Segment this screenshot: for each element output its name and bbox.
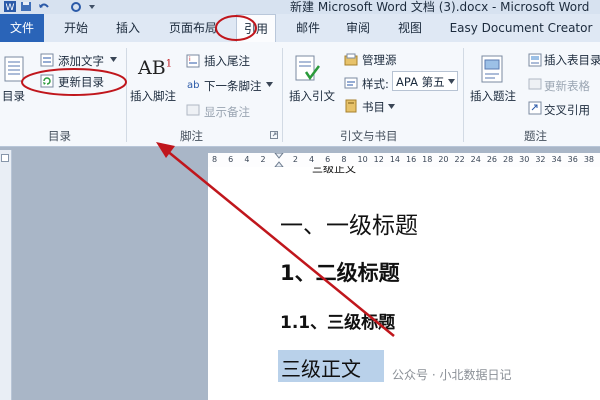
tab-home[interactable]: 开始 — [56, 14, 96, 42]
toc-group-label: 目录 — [48, 129, 71, 143]
insert-endnote-button[interactable]: 插入尾注 — [204, 53, 250, 69]
next-footnote-icon: ab — [187, 80, 199, 91]
heading-level-1: 一、一级标题 — [280, 213, 418, 239]
ruler-tick-label: 8 — [212, 155, 218, 164]
captions-group-label: 题注 — [524, 129, 547, 143]
insert-caption-icon — [481, 55, 503, 83]
ruler-tick-label: 28 — [503, 155, 514, 164]
ruler-tick-label: 22 — [454, 155, 465, 164]
ruler-tick-label: 24 — [470, 155, 481, 164]
bibliography-button[interactable]: 书目 — [362, 99, 385, 115]
toc-button[interactable]: 目录 — [2, 88, 25, 104]
indent-marker-icon[interactable] — [274, 153, 284, 167]
redo-icon[interactable] — [70, 1, 82, 12]
insert-footnote-icon: AB1 — [138, 57, 173, 79]
ab-glyph: AB — [138, 57, 166, 79]
tab-references[interactable]: 引用 — [236, 14, 276, 42]
ruler-tick-label: 12 — [373, 155, 384, 164]
insert-citation-button[interactable]: 插入引文 — [289, 88, 335, 104]
undo-icon[interactable] — [38, 1, 50, 12]
ruler-tick-label: 2 — [260, 155, 266, 164]
tab-file[interactable]: 文件 — [0, 14, 44, 42]
footnotes-group-label: 脚注 — [180, 129, 203, 143]
ruler-tick-label: 20 — [438, 155, 449, 164]
svg-text:ab: ab — [187, 80, 199, 91]
insert-caption-button[interactable]: 插入题注 — [470, 88, 516, 104]
citation-style-value: APA 第五 — [396, 75, 445, 89]
show-notes-button[interactable]: 显示备注 — [204, 104, 250, 120]
add-text-button[interactable]: 添加文字 — [58, 53, 104, 69]
ruler-tick-label: 2 — [292, 155, 298, 164]
manage-sources-button[interactable]: 管理源 — [362, 52, 397, 68]
previous-line-text: 三级正文 — [312, 166, 356, 175]
table-of-contents-icon — [4, 56, 24, 82]
cross-reference-icon — [528, 101, 542, 115]
update-toc-icon — [40, 74, 54, 88]
ruler-tick-label: 26 — [486, 155, 498, 164]
add-text-dropdown-icon[interactable] — [110, 57, 117, 62]
bibliography-dropdown-icon[interactable] — [388, 104, 395, 109]
ruler-tick-label: 34 — [551, 155, 562, 164]
tab-insert[interactable]: 插入 — [108, 14, 148, 42]
heading-level-2: 1、二级标题 — [280, 261, 400, 285]
ruler-tick-label: 8 — [341, 155, 347, 164]
tab-page-layout[interactable]: 页面布局 — [160, 14, 226, 42]
vertical-ruler — [0, 150, 12, 400]
ruler-tick-label: 6 — [325, 155, 331, 164]
style-label: 样式: — [362, 77, 389, 91]
insert-table-of-figures-button[interactable]: 插入表目录 — [544, 52, 600, 68]
save-icon[interactable] — [20, 1, 32, 12]
update-toc-button[interactable]: 更新目录 — [58, 74, 104, 90]
window-title: 新建 Microsoft Word 文档 (3).docx - Microsof… — [290, 0, 590, 14]
footnote-dialog-launcher-icon[interactable] — [270, 131, 278, 139]
tab-easy-document-creator[interactable]: Easy Document Creator — [446, 14, 596, 42]
ruler-tick-label: 36 — [567, 155, 578, 164]
cross-reference-button[interactable]: 交叉引用 — [544, 102, 590, 118]
insert-table-of-figures-icon — [528, 53, 542, 67]
insert-footnote-button[interactable]: 插入脚注 — [130, 88, 176, 104]
update-table-icon — [528, 78, 542, 90]
add-text-icon — [40, 53, 54, 67]
tab-view[interactable]: 视图 — [390, 14, 430, 42]
ruler-tick-label: 16 — [406, 155, 417, 164]
ruler-tick-label: 14 — [389, 155, 401, 164]
citations-group-label: 引文与书目 — [340, 129, 398, 143]
ruler-tick-labels: 8 6 4 2 2 4 6 8 10 12 14 16 18 20 22 24 26 28 30 32 34 36 38 — [212, 155, 600, 167]
customize-qat-chevron-icon[interactable] — [86, 1, 98, 12]
style-icon — [344, 77, 358, 89]
insert-endnote-icon: i — [186, 54, 200, 68]
body-text-selected: 三级正文 — [281, 357, 361, 381]
group-separator — [282, 48, 283, 142]
next-footnote-dropdown-icon[interactable] — [266, 82, 273, 87]
group-separator — [126, 48, 127, 142]
watermark: 公众号 · 小北数据日记 — [392, 368, 512, 382]
ruler-tick-label: 30 — [519, 155, 530, 164]
group-separator — [463, 48, 464, 142]
svg-text:W: W — [6, 3, 15, 12]
ruler-toggle-icon[interactable] — [1, 154, 9, 162]
bibliography-icon — [345, 99, 357, 113]
manage-sources-icon — [344, 53, 358, 66]
ruler-tick-label: 4 — [244, 155, 250, 164]
citation-style-dropdown-icon[interactable] — [448, 79, 455, 84]
heading-level-3: 1.1、三级标题 — [280, 313, 396, 333]
ruler-tick-label: 6 — [228, 155, 234, 164]
ruler-tick-label: 38 — [583, 155, 595, 164]
ruler-tick-label: 4 — [309, 155, 315, 164]
insert-citation-icon — [295, 55, 320, 81]
tab-mailings[interactable]: 邮件 — [288, 14, 328, 42]
ruler-tick-label: 10 — [357, 155, 368, 164]
update-table-button[interactable]: 更新表格 — [544, 78, 590, 94]
word-app-icon: W — [4, 1, 16, 12]
show-notes-icon — [186, 104, 200, 116]
ruler-tick-label: 18 — [422, 155, 433, 164]
next-footnote-button[interactable]: 下一条脚注 — [204, 78, 262, 94]
ruler-tick-label: 32 — [535, 155, 546, 164]
tab-review[interactable]: 审阅 — [338, 14, 378, 42]
